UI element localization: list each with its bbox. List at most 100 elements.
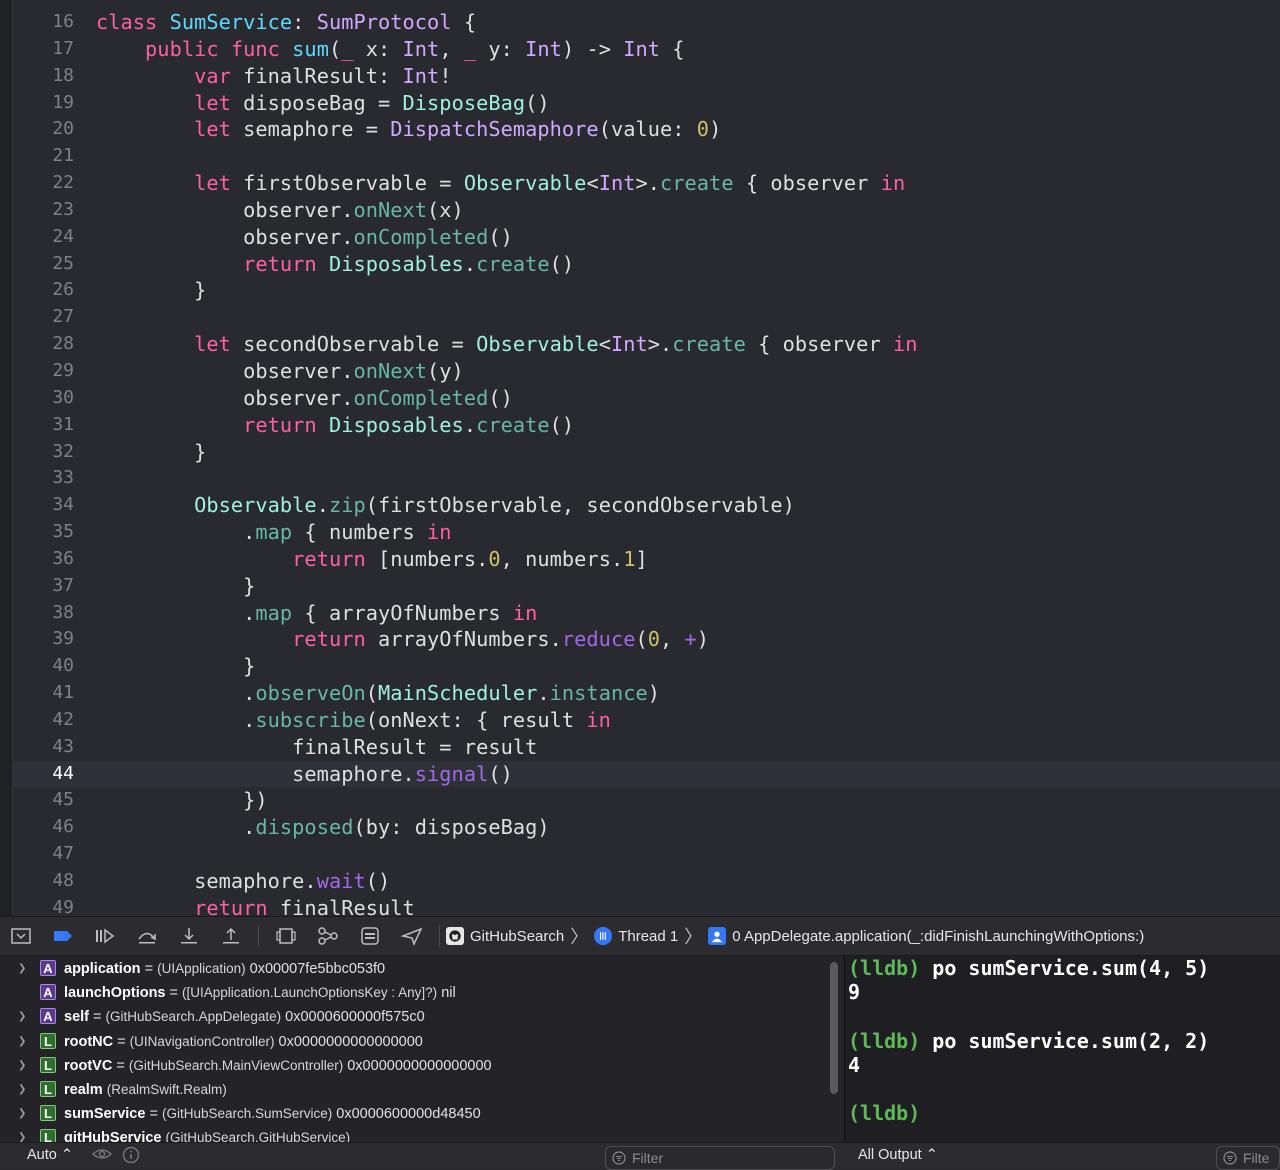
step-out-button[interactable] <box>210 917 252 955</box>
code-line[interactable]: 44 semaphore.signal() <box>12 760 1280 788</box>
source-editor[interactable]: 16 class SumService: SumProtocol { 17 publ… <box>0 0 1280 916</box>
code-line[interactable]: 29 observer.onNext(y) <box>12 358 1280 385</box>
disclosure-chevron-icon[interactable]: ❯ <box>18 957 32 981</box>
code-line[interactable]: 16 class SumService: SumProtocol { <box>12 9 1280 36</box>
variable-row[interactable]: ❯ LgitHubService (GitHubSearch.GitHubServ… <box>0 1126 844 1142</box>
line-number[interactable]: 18 <box>12 63 74 90</box>
line-number[interactable]: 36 <box>12 546 74 573</box>
code-text[interactable]: .observeOn(MainScheduler.instance) <box>96 680 660 707</box>
code-line[interactable]: 33 <box>12 465 1280 492</box>
code-text[interactable]: let firstObservable = Observable<Int>.cr… <box>96 170 905 197</box>
code-text[interactable]: .disposed(by: disposeBag) <box>96 814 550 841</box>
code-text[interactable]: }) <box>96 787 268 814</box>
code-line[interactable]: 22 let firstObservable = Observable<Int>… <box>12 170 1280 197</box>
code-text[interactable]: return [numbers.0, numbers.1] <box>96 546 648 573</box>
variables-scope-popup[interactable]: Auto ⌃ <box>27 1147 73 1163</box>
code-line[interactable]: 37 } <box>12 573 1280 600</box>
show-values-eye-icon[interactable] <box>92 1146 112 1166</box>
console-output[interactable]: (lldb) po sumService.sum(4, 5) 9 (lldb) po… <box>845 956 1280 1142</box>
line-number[interactable]: 49 <box>12 895 74 916</box>
line-number[interactable]: 29 <box>12 358 74 385</box>
variables-filter-field[interactable]: Filter <box>605 1146 835 1170</box>
code-line[interactable]: 43 finalResult = result <box>12 734 1280 761</box>
code-line[interactable]: 42 .subscribe(onNext: { result in <box>12 707 1280 734</box>
code-line[interactable]: 28 let secondObservable = Observable<Int… <box>12 331 1280 358</box>
code-text[interactable]: observer.onCompleted() <box>96 385 513 412</box>
disclosure-chevron-icon[interactable]: ❯ <box>18 1126 32 1142</box>
code-line[interactable]: 35 .map { numbers in <box>12 519 1280 546</box>
line-number[interactable]: 22 <box>12 170 74 197</box>
code-text[interactable]: semaphore.signal() <box>96 761 513 788</box>
code-line[interactable]: 34 Observable.zip(firstObservable, secon… <box>12 492 1280 519</box>
code-line[interactable]: 30 observer.onCompleted() <box>12 385 1280 412</box>
variables-view[interactable]: ❯ Aapplication = (UIApplication) 0x00007f… <box>0 956 845 1142</box>
line-number[interactable]: 28 <box>12 331 74 358</box>
line-number[interactable]: 17 <box>12 36 74 63</box>
line-number[interactable]: 16 <box>12 9 74 36</box>
code-text[interactable]: observer.onNext(y) <box>96 358 464 385</box>
variables-scrollbar[interactable] <box>830 962 838 1094</box>
line-number[interactable]: 19 <box>12 90 74 117</box>
code-line[interactable]: 31 return Disposables.create() <box>12 412 1280 439</box>
disclosure-chevron-icon[interactable]: ❯ <box>18 1030 32 1054</box>
code-text[interactable]: } <box>96 439 206 466</box>
line-number[interactable]: 47 <box>12 841 74 868</box>
variable-row[interactable]: ❯ LsumService = (GitHubSearch.SumService)… <box>0 1102 844 1126</box>
line-number[interactable]: 44 <box>12 761 74 788</box>
code-line[interactable]: 24 observer.onCompleted() <box>12 224 1280 251</box>
line-number[interactable]: 38 <box>12 600 74 627</box>
code-text[interactable]: } <box>96 573 255 600</box>
line-number[interactable]: 46 <box>12 814 74 841</box>
code-line[interactable]: 40 } <box>12 653 1280 680</box>
environment-overrides-button[interactable] <box>349 917 391 955</box>
memory-graph-button[interactable] <box>307 917 349 955</box>
console-output-popup[interactable]: All Output ⌃ <box>858 1147 938 1163</box>
code-text[interactable]: .map { numbers in <box>96 519 452 546</box>
code-line[interactable]: 23 observer.onNext(x) <box>12 197 1280 224</box>
variable-row[interactable]: ❯ Lrealm (RealmSwift.Realm) <box>0 1078 844 1102</box>
line-number[interactable]: 42 <box>12 707 74 734</box>
code-line[interactable]: 18 var finalResult: Int! <box>12 63 1280 90</box>
line-number[interactable]: 48 <box>12 868 74 895</box>
code-text[interactable]: .subscribe(onNext: { result in <box>96 707 611 734</box>
code-text[interactable]: let secondObservable = Observable<Int>.c… <box>96 331 918 358</box>
code-line[interactable]: 26 } <box>12 277 1280 304</box>
code-line[interactable]: 25 return Disposables.create() <box>12 251 1280 278</box>
code-line[interactable]: 21 <box>12 143 1280 170</box>
code-text[interactable]: finalResult = result <box>96 734 537 761</box>
code-text[interactable]: } <box>96 277 206 304</box>
code-text[interactable]: Observable.zip(firstObservable, secondOb… <box>96 492 795 519</box>
line-number[interactable]: 37 <box>12 573 74 600</box>
variable-row[interactable]: AlaunchOptions = ([UIApplication.LaunchO… <box>0 981 844 1005</box>
code-line[interactable]: 20 let semaphore = DispatchSemaphore(val… <box>12 116 1280 143</box>
line-number[interactable]: 25 <box>12 251 74 278</box>
info-icon[interactable] <box>122 1146 140 1168</box>
code-text[interactable]: observer.onNext(x) <box>96 197 464 224</box>
variable-row[interactable]: ❯ Aapplication = (UIApplication) 0x00007f… <box>0 957 844 981</box>
line-number[interactable]: 23 <box>12 197 74 224</box>
line-number[interactable]: 31 <box>12 412 74 439</box>
code-line[interactable]: 19 let disposeBag = DisposeBag() <box>12 90 1280 117</box>
code-text[interactable]: var finalResult: Int! <box>96 63 452 90</box>
line-number[interactable]: 27 <box>12 304 74 331</box>
line-number[interactable]: 40 <box>12 653 74 680</box>
line-number[interactable]: 26 <box>12 277 74 304</box>
code-text[interactable]: let semaphore = DispatchSemaphore(value:… <box>96 116 721 143</box>
line-number[interactable]: 32 <box>12 439 74 466</box>
code-line[interactable]: 41 .observeOn(MainScheduler.instance) <box>12 680 1280 707</box>
code-line[interactable]: 32 } <box>12 439 1280 466</box>
breadcrumb-frame[interactable]: 0 AppDelegate.application(_:didFinishLau… <box>732 928 1144 945</box>
code-text[interactable]: } <box>96 653 255 680</box>
line-number[interactable]: 34 <box>12 492 74 519</box>
code-text[interactable]: return arrayOfNumbers.reduce(0, +) <box>96 626 709 653</box>
breadcrumb-target[interactable]: GitHubSearch <box>470 928 564 945</box>
variable-row[interactable]: ❯ LrootNC = (UINavigationController) 0x00… <box>0 1030 844 1054</box>
code-text[interactable]: public func sum(_ x: Int, _ y: Int) -> I… <box>96 36 685 63</box>
code-line[interactable]: 45 }) <box>12 787 1280 814</box>
code-text[interactable]: class SumService: SumProtocol { <box>96 9 476 36</box>
disclosure-chevron-icon[interactable]: ❯ <box>18 1005 32 1029</box>
continue-button[interactable] <box>84 917 126 955</box>
hide-debug-area-button[interactable] <box>0 917 42 955</box>
line-number[interactable]: 20 <box>12 116 74 143</box>
code-line[interactable]: 47 <box>12 841 1280 868</box>
